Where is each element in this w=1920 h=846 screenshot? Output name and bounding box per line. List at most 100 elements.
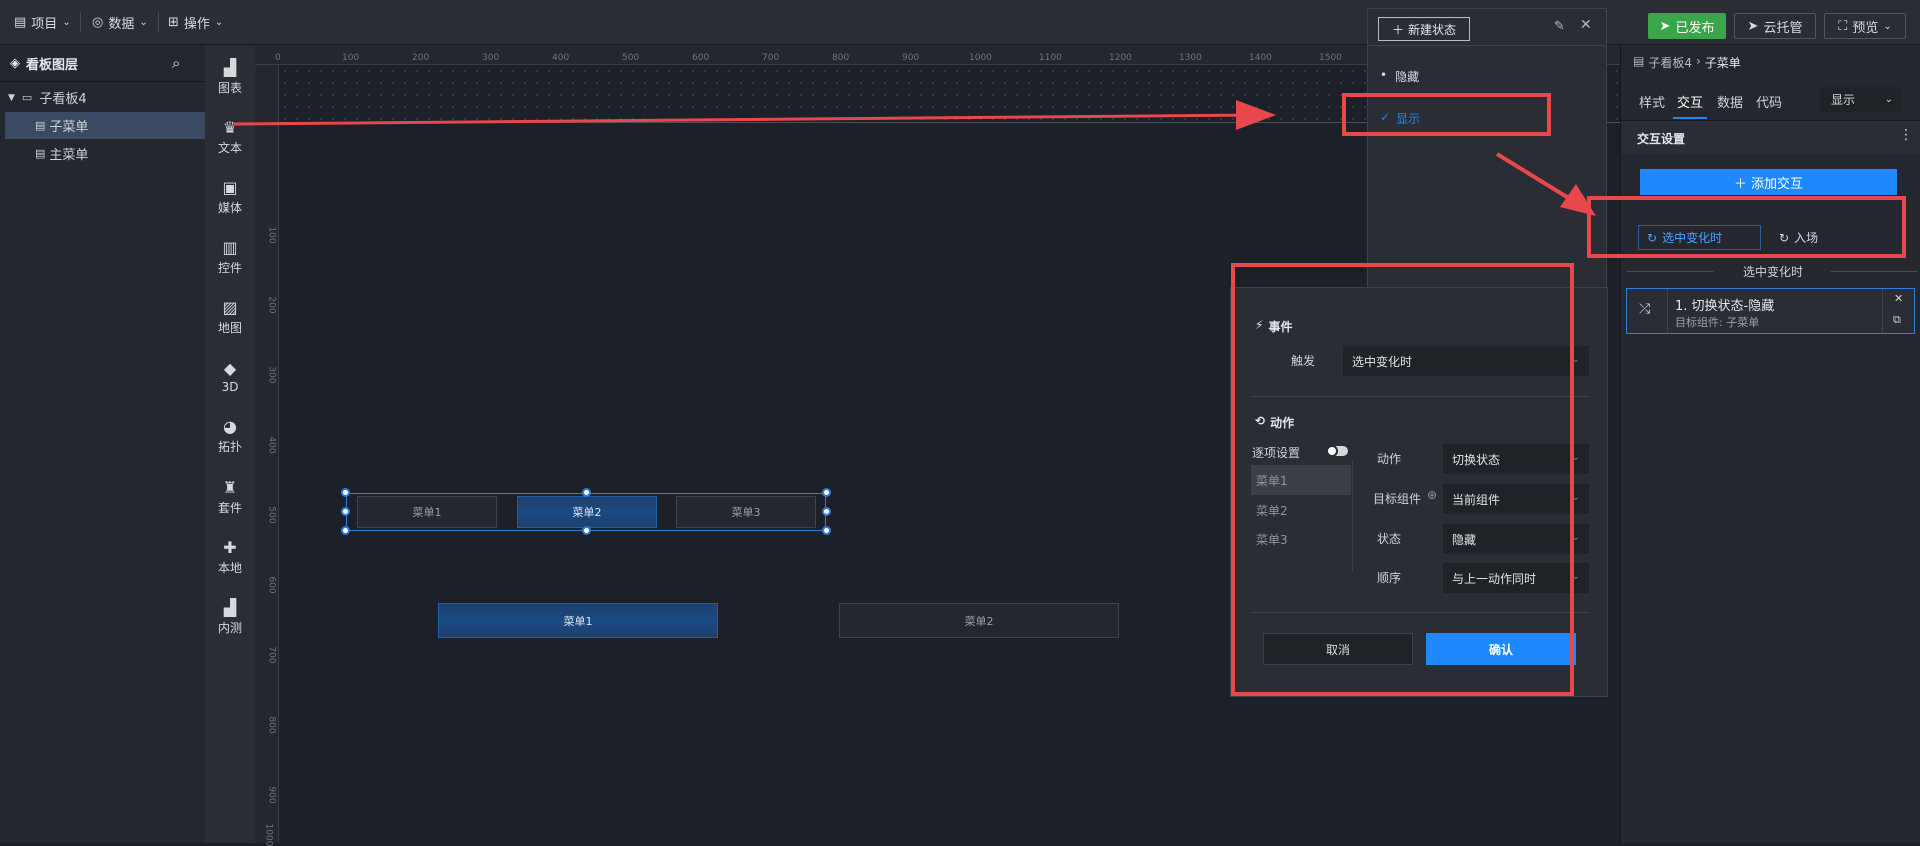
resize-handle[interactable] [341,488,350,497]
tab-code[interactable]: 代码 [1756,92,1782,111]
library-kit[interactable]: ♜ 套件 [205,472,255,522]
tab-data[interactable]: 数据 [1717,92,1743,111]
ruler-tick: 700 [762,53,780,63]
state-item-visible[interactable]: ✓ 显示 [1380,110,1420,127]
resize-handle[interactable] [822,507,831,516]
target-label: 目标组件 [1372,492,1421,506]
chevron-down-icon: ⌄ [1571,492,1580,503]
confirm-button[interactable]: 确认 [1426,633,1576,665]
refresh-icon: ↻ [1779,230,1790,245]
state-item-hidden[interactable]: • 隐藏 [1380,68,1419,85]
close-icon[interactable]: ✕ [1580,17,1592,33]
shirt-icon: ♜ [222,478,238,497]
mainmenu-tab-2[interactable]: 菜单2 [839,603,1119,638]
display-select[interactable]: 显示 ⌄ [1821,87,1901,112]
copy-icon[interactable]: ⧉ [1893,313,1901,327]
event-tab-selection-change[interactable]: ↻ 选中变化时 [1638,225,1761,250]
tree-item-mainmenu[interactable]: ▤ 主菜单 [0,140,205,167]
dot-icon: • [1380,68,1388,82]
menu-item-2[interactable]: 菜单2 [1251,495,1351,525]
tree-item-board[interactable]: ▼ ▭ 子看板4 [0,84,205,111]
search-icon[interactable]: ⌕ [172,54,180,72]
library-beta[interactable]: ▟ 内测 [205,592,255,642]
monitor-icon: ▭ [21,91,33,104]
library-local[interactable]: ✚ 本地 [205,532,255,582]
resize-handle[interactable] [341,526,350,535]
caret-down-icon: ▼ [8,92,15,103]
check-icon: ✓ [1380,110,1391,124]
ruler-tick: 600 [692,53,710,63]
event-tab-enter[interactable]: ↻ 入场 [1779,225,1818,250]
cloud-hosting-button[interactable]: ➤ 云托管 [1734,13,1816,39]
tab-interaction[interactable]: 交互 [1677,92,1703,111]
tree-item-submenu[interactable]: ▤ 子菜单 [5,112,205,139]
operate-menu[interactable]: ⊞ 操作 ⌄ [168,9,223,35]
menu-item-1[interactable]: 菜单1 [1251,465,1351,495]
library-3d[interactable]: ◆ 3D [205,351,255,401]
more-vertical-icon[interactable]: ⋮ [1899,127,1913,143]
chevron-down-icon: ⌄ [62,16,71,28]
library-topology[interactable]: ◕ 拓扑 [205,411,255,461]
active-tab-indicator [1673,117,1707,119]
action-section-title: ⟲ 动作 [1255,414,1295,430]
library-chart[interactable]: ▟ 图表 [205,52,255,102]
properties-panel: ▤ 子看板4 › 子菜单 样式 交互 数据 代码 显示 ⌄ 交互设置 ⋮ ＋ 添… [1620,45,1920,843]
action-label: 动作 [1376,452,1401,466]
resize-handle[interactable] [822,526,831,535]
submenu-tab-3[interactable]: 菜单3 [676,496,816,528]
ruler-tick: 0 [275,53,281,63]
resize-handle[interactable] [582,526,591,535]
state-select[interactable]: 隐藏 ⌄ [1443,524,1589,554]
divider [1368,45,1606,46]
tab-style[interactable]: 样式 [1639,92,1665,111]
action-icon: ⟲ [1255,414,1266,428]
layers-header: ◈ 看板图层 ⌕ [0,45,205,82]
resize-handle[interactable] [582,488,591,497]
submenu-tab-1[interactable]: 菜单1 [357,496,497,528]
per-item-toggle[interactable] [1326,445,1348,457]
trigger-select[interactable]: 选中变化时 ⌄ [1343,346,1589,376]
submenu-tab-2[interactable]: 菜单2 [517,496,657,528]
order-select[interactable]: 与上一动作同时 ⌄ [1443,563,1589,593]
ruler-tick: 100 [342,53,360,63]
new-state-button[interactable]: ＋ 新建状态 [1378,17,1470,41]
preview-button[interactable]: ⛶ 预览 ⌄ [1824,13,1906,39]
map-icon: ▨ [222,298,238,317]
divider [1251,612,1589,613]
puzzle-icon: ✚ [223,538,237,557]
library-media[interactable]: ▣ 媒体 [205,172,255,222]
publish-button[interactable]: ➤ 已发布 [1648,13,1726,39]
chevron-down-icon: ⌄ [214,16,224,28]
library-map[interactable]: ▨ 地图 [205,292,255,342]
data-menu[interactable]: ◎ 数据 ⌄ [92,9,148,35]
target-select[interactable]: 当前组件 ⌄ [1443,484,1589,514]
divider [80,12,81,32]
project-menu[interactable]: ▤ 项目 ⌄ [14,9,71,35]
add-interaction-button[interactable]: ＋ 添加交互 [1640,169,1897,195]
mainmenu-tab-1[interactable]: 菜单1 [438,603,718,638]
crosshair-icon[interactable]: ⊕ [1427,488,1437,502]
database-icon: ◎ [92,14,104,30]
fullscreen-icon: ⛶ [1838,18,1848,34]
ruler-tick: 1000 [969,53,992,63]
edit-icon[interactable]: ✎ [1554,19,1565,34]
close-icon[interactable]: ✕ [1894,292,1903,305]
topology-icon: ◕ [223,417,237,436]
grid-icon: ⊞ [168,14,179,30]
menu-item-3[interactable]: 菜单3 [1251,524,1351,554]
cancel-button[interactable]: 取消 [1263,633,1413,665]
bar-chart-icon: ▟ [223,598,237,617]
media-icon: ▣ [222,178,238,197]
interaction-card[interactable]: ⤮ 1. 切换状态-隐藏 目标组件: 子菜单 ✕ ⧉ [1626,288,1915,334]
bar-chart-icon: ▟ [223,58,237,77]
divider [1667,289,1668,333]
library-text[interactable]: ♛ 文本 [205,112,255,162]
action-select[interactable]: 切换状态 ⌄ [1443,444,1589,474]
ruler-tick: 600 [266,576,277,594]
event-section-title: ⚡ 事件 [1255,318,1293,334]
resize-handle[interactable] [341,507,350,516]
ruler-tick: 1200 [1109,53,1132,63]
chevron-down-icon: ⌄ [1571,452,1580,463]
resize-handle[interactable] [822,488,831,497]
library-control[interactable]: ▥ 控件 [205,232,255,282]
